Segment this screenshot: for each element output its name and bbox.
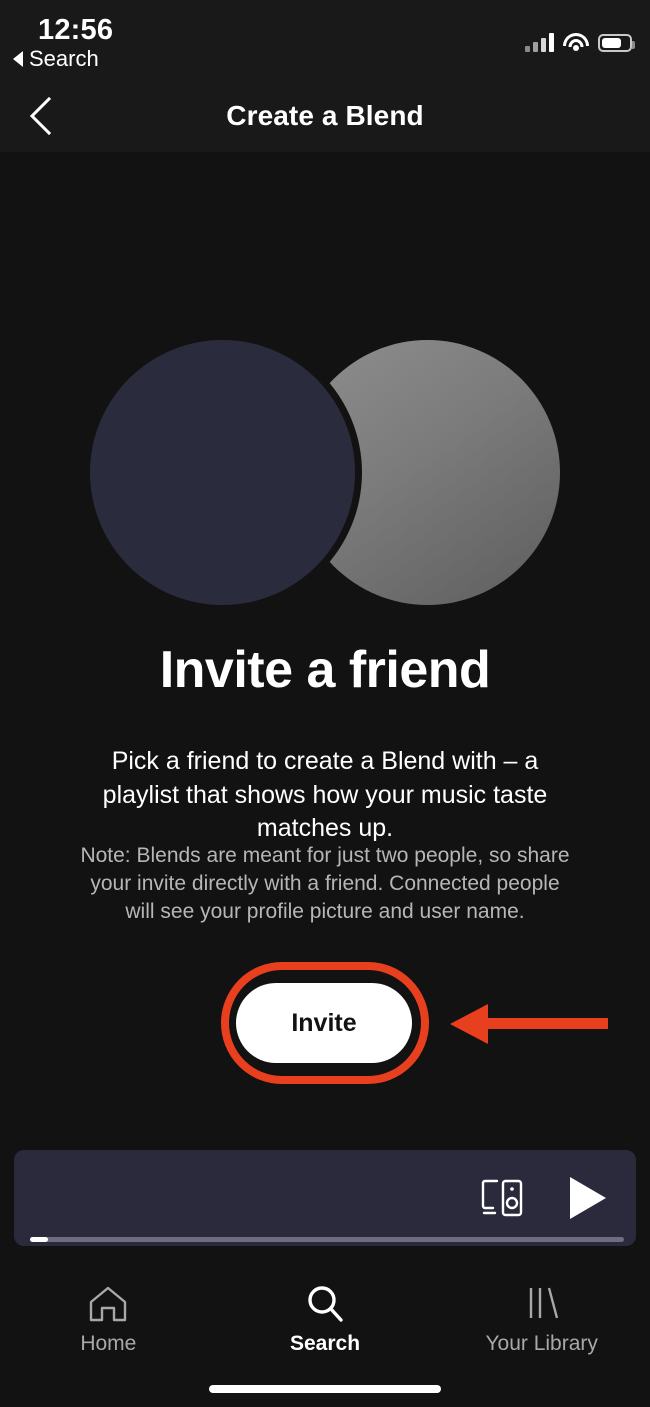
status-time: 12:56 [38, 14, 114, 46]
home-icon [87, 1282, 129, 1326]
tab-home-label: Home [80, 1332, 137, 1355]
nav-header: Create a Blend [0, 80, 650, 152]
search-icon [304, 1282, 346, 1326]
app-screen: 12:56 Search Create a Blend Invite a fri… [0, 0, 650, 1407]
headline: Invite a friend [159, 641, 491, 699]
playback-progress-fill [30, 1237, 48, 1242]
playback-progress-bar[interactable] [30, 1237, 624, 1242]
devices-connect-icon[interactable] [480, 1178, 524, 1218]
home-indicator [209, 1385, 441, 1393]
status-back-to-app[interactable]: Search [13, 46, 99, 72]
tab-search-label: Search [289, 1332, 361, 1355]
tab-your-library[interactable]: Your Library [433, 1268, 650, 1378]
chevron-left-icon [29, 96, 52, 136]
now-playing-bar[interactable] [14, 1150, 636, 1246]
back-button[interactable] [10, 88, 70, 144]
invite-button[interactable]: Invite [236, 983, 412, 1063]
tab-bar: Home Search Your Library [0, 1268, 650, 1378]
blend-avatars [0, 330, 650, 615]
note-text: Note: Blends are meant for just two peop… [80, 844, 570, 924]
arrow-left-icon [450, 1004, 608, 1044]
wifi-icon [563, 33, 589, 52]
battery-icon [598, 34, 635, 52]
library-icon [521, 1282, 563, 1326]
tab-search[interactable]: Search [217, 1268, 434, 1378]
user-avatar-circle [90, 340, 355, 605]
status-bar: 12:56 Search [0, 0, 650, 80]
play-icon[interactable] [564, 1174, 608, 1222]
tab-your-library-label: Your Library [485, 1332, 598, 1355]
subtitle: Pick a friend to create a Blend with – a… [102, 747, 548, 842]
tab-home[interactable]: Home [0, 1268, 217, 1378]
page-title: Create a Blend [226, 100, 424, 131]
status-back-label: Search [29, 46, 99, 71]
cellular-signal-icon [525, 33, 554, 52]
triangle-left-icon [13, 51, 23, 67]
status-indicators [525, 26, 635, 52]
